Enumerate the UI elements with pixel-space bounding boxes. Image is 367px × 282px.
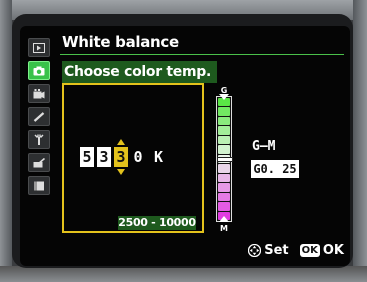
temp-unit: K (154, 148, 164, 166)
meter-top-arrow-icon (219, 94, 229, 100)
camera-body-left (0, 0, 12, 282)
button-guide: Set OK OK (248, 243, 344, 258)
temp-digit-fixed: 0 (133, 148, 143, 166)
tab-custom-settings[interactable] (28, 107, 50, 126)
multi-selector-icon (248, 244, 262, 257)
tab-movie[interactable] (28, 84, 50, 103)
increment-arrow-icon[interactable] (117, 139, 125, 145)
ok-button-icon: OK (299, 244, 320, 257)
temp-digit[interactable]: 5 (80, 147, 94, 167)
wrench-icon (34, 134, 44, 145)
meter-segment (218, 145, 230, 154)
meter-segment (218, 164, 230, 173)
meter-segment (218, 192, 230, 202)
movie-icon (33, 88, 45, 98)
color-temp-digits: 5 3 3 0 K (80, 139, 164, 175)
retouch-icon (33, 157, 45, 167)
camera-icon (33, 66, 45, 75)
page-title: White balance (62, 33, 179, 51)
my-menu-icon (34, 181, 44, 190)
page-subtitle: Choose color temp. (62, 61, 217, 83)
temp-range-label: 2500 - 10000 (118, 216, 196, 230)
meter-segment (218, 107, 230, 116)
ok-label: OK (322, 243, 344, 258)
decrement-arrow-icon[interactable] (117, 169, 125, 175)
pencil-icon (33, 111, 45, 122)
meter-bottom-arrow-icon (219, 216, 229, 222)
meter-segment (218, 173, 230, 183)
color-temp-panel[interactable]: 5 3 3 0 K 2500 - 10000 (62, 83, 204, 233)
menu-sidebar (28, 38, 50, 195)
title-divider (60, 54, 344, 55)
temp-digit[interactable]: 3 (97, 147, 111, 167)
lcd-screen: White balance Choose color temp. 5 3 3 0… (20, 26, 350, 266)
set-label: Set (264, 243, 289, 258)
tab-shooting[interactable] (28, 61, 50, 80)
meter-segment (218, 202, 230, 211)
meter-segment (218, 183, 230, 192)
meter-segment (218, 135, 230, 145)
magenta-label: M (220, 224, 228, 233)
playback-icon (33, 42, 45, 53)
camera-body-right (353, 0, 367, 282)
tint-axis-label: G–M (252, 139, 276, 154)
tab-my-menu[interactable] (28, 176, 50, 195)
camera-body-bottom (0, 266, 367, 282)
tab-setup[interactable] (28, 130, 50, 149)
meter-segment (218, 116, 230, 126)
meter-segment (218, 126, 230, 135)
tint-value[interactable]: G0. 25 (251, 160, 299, 178)
temp-digit-value: 3 (116, 148, 126, 166)
tab-playback[interactable] (28, 38, 50, 57)
temp-digit-selected[interactable]: 3 (114, 139, 128, 175)
tint-marker (217, 157, 233, 162)
tab-retouch[interactable] (28, 153, 50, 172)
